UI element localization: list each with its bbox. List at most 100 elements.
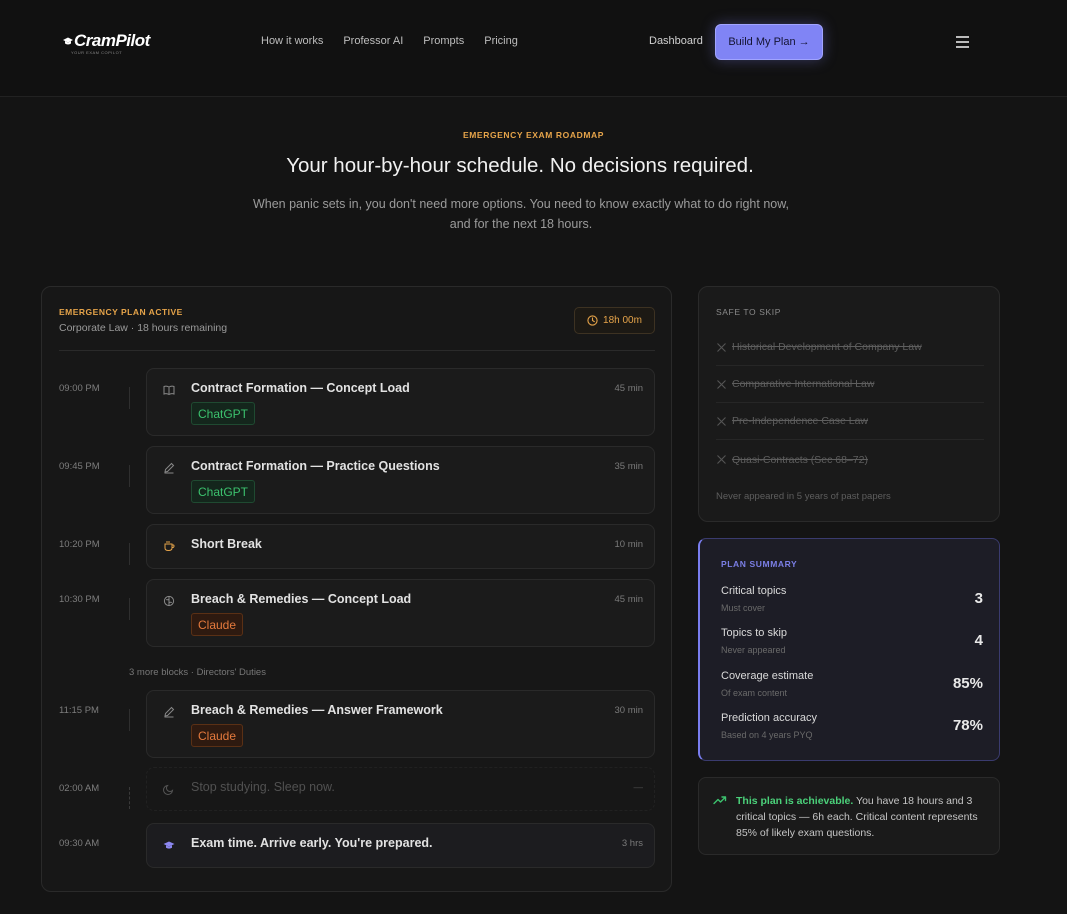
plan-status: EMERGENCY PLAN ACTIVE: [59, 307, 183, 317]
clock-icon: [587, 315, 598, 326]
achievable-lead: This plan is achievable.: [736, 795, 854, 807]
build-my-plan-button[interactable]: Build My Plan →: [715, 24, 823, 60]
timeline-rail: [129, 598, 130, 620]
close-icon: [717, 416, 726, 426]
plan-panel: EMERGENCY PLAN ACTIVE Corporate Law · 18…: [41, 286, 672, 892]
time-label: 10:20 PM: [59, 539, 100, 550]
summary-value: 4: [974, 632, 983, 649]
pencil-icon: [164, 462, 175, 474]
timeline-rail: [129, 709, 130, 731]
block-title: Breach & Remedies — Answer Framework: [191, 703, 443, 717]
trending-up-icon: [713, 796, 727, 805]
close-icon: [717, 342, 726, 352]
summary-sublabel: Of exam content: [721, 688, 788, 698]
divider: [59, 350, 655, 351]
close-icon: [717, 379, 726, 389]
plan-summary-panel: PLAN SUMMARY Critical topics Must cover …: [698, 538, 1000, 761]
block-title: Stop studying. Sleep now.: [191, 780, 335, 794]
summary-sublabel: Must cover: [721, 603, 766, 613]
skip-item: Historical Development of Company Law: [716, 329, 984, 366]
logo[interactable]: CramPilot YOUR EXAM COPILOT: [63, 31, 150, 55]
timer-value: 18h 00m: [603, 315, 642, 326]
schedule-block[interactable]: Short Break 10 min: [146, 524, 655, 569]
summary-sublabel: Based on 4 years PYQ: [721, 730, 813, 740]
skip-item: Comparative International Law: [716, 366, 984, 403]
hamburger-menu-icon[interactable]: [956, 36, 969, 48]
hero-subtitle: When panic sets in, you don't need more …: [252, 197, 790, 231]
time-label: 11:15 PM: [59, 705, 99, 716]
logo-tagline: YOUR EXAM COPILOT: [71, 50, 123, 55]
timeline-rail: [129, 387, 130, 409]
block-duration: 35 min: [614, 461, 643, 472]
countdown-timer: 18h 00m: [574, 307, 655, 334]
nav-link-prompts[interactable]: Prompts: [423, 35, 464, 47]
timeline-rail: [129, 787, 130, 809]
block-duration: —: [633, 782, 644, 793]
nav-links: How it works Professor AI Prompts Pricin…: [261, 35, 518, 47]
skip-item-label: Pre-Independence Case Law: [732, 415, 869, 427]
skip-item: Pre-Independence Case Law: [716, 403, 984, 440]
top-nav: CramPilot YOUR EXAM COPILOT How it works…: [0, 0, 1067, 97]
summary-label: Coverage estimate: [721, 670, 814, 682]
skip-title: SAFE TO SKIP: [716, 307, 781, 317]
pencil-icon: [164, 706, 175, 718]
time-label: 02:00 AM: [59, 783, 100, 794]
skip-item: Quasi-Contracts (Sec 68–72): [716, 441, 984, 478]
schedule-block[interactable]: Contract Formation — Concept Load 45 min…: [146, 368, 655, 436]
tool-tag-chatgpt: ChatGPT: [191, 402, 256, 425]
schedule-block[interactable]: Breach & Remedies — Answer Framework 30 …: [146, 690, 655, 758]
nav-link-professor-ai[interactable]: Professor AI: [343, 35, 403, 47]
time-label: 09:30 AM: [59, 838, 100, 849]
more-blocks-note[interactable]: 3 more blocks · Directors' Duties: [129, 667, 266, 678]
summary-row-coverage-estimate: Coverage estimate Of exam content 85%: [721, 670, 983, 706]
summary-sublabel: Never appeared: [721, 645, 786, 655]
summary-label: Prediction accuracy: [721, 712, 817, 724]
block-duration: 30 min: [614, 705, 643, 716]
hero-title: Your hour-by-hour schedule. No decisions…: [286, 154, 754, 177]
tool-tag-claude: Claude: [191, 724, 244, 747]
block-duration: 45 min: [614, 383, 643, 394]
skip-item-label: Historical Development of Company Law: [732, 341, 922, 353]
graduation-cap-icon: [163, 841, 175, 849]
summary-label: Topics to skip: [721, 627, 788, 639]
timeline-rail: [129, 465, 130, 487]
summary-value: 85%: [952, 675, 983, 692]
summary-label: Critical topics: [721, 585, 787, 597]
logo-wordmark: CramPilot: [63, 31, 150, 51]
summary-row-topics-to-skip: Topics to skip Never appeared 4: [721, 627, 983, 663]
coffee-icon: [164, 541, 175, 552]
nav-link-dashboard[interactable]: Dashboard: [649, 35, 703, 47]
tool-tag-chatgpt: ChatGPT: [191, 480, 256, 503]
plan-meta: Corporate Law · 18 hours remaining: [59, 322, 228, 334]
summary-value: 78%: [952, 717, 983, 734]
nav-link-how-it-works[interactable]: How it works: [261, 35, 323, 47]
block-duration: 45 min: [614, 594, 643, 605]
schedule-block-exam[interactable]: Exam time. Arrive early. You're prepared…: [146, 823, 655, 868]
summary-row-critical-topics: Critical topics Must cover 3: [721, 585, 983, 621]
block-title: Contract Formation — Concept Load: [191, 381, 410, 395]
schedule-block-sleep[interactable]: Stop studying. Sleep now. —: [146, 767, 655, 811]
graduation-cap-icon: [63, 37, 73, 45]
block-title: Short Break: [191, 537, 262, 551]
book-icon: [163, 385, 175, 396]
summary-value: 3: [974, 590, 983, 607]
achievable-text: This plan is achievable. You have 18 hou…: [736, 793, 988, 841]
brain-icon: [163, 595, 175, 607]
safe-to-skip-panel: SAFE TO SKIP Historical Development of C…: [698, 286, 1000, 522]
schedule-block[interactable]: Contract Formation — Practice Questions …: [146, 446, 655, 514]
close-icon: [717, 455, 726, 464]
time-label: 10:30 PM: [59, 594, 100, 605]
nav-link-pricing[interactable]: Pricing: [484, 35, 518, 47]
skip-footer: Never appeared in 5 years of past papers: [716, 491, 891, 502]
skip-item-label: Quasi-Contracts (Sec 68–72): [732, 453, 868, 466]
time-label: 09:00 PM: [59, 383, 100, 394]
block-title: Exam time. Arrive early. You're prepared…: [191, 836, 433, 850]
block-title: Breach & Remedies — Concept Load: [191, 592, 412, 606]
schedule-block[interactable]: Breach & Remedies — Concept Load 45 min …: [146, 579, 655, 647]
timeline-rail: [129, 543, 130, 565]
time-label: 09:45 PM: [59, 461, 100, 472]
skip-item-label: Comparative International Law: [732, 378, 875, 390]
logo-text: CramPilot: [74, 31, 150, 50]
hero-eyebrow: EMERGENCY EXAM ROADMAP: [462, 130, 605, 140]
tool-tag-claude: Claude: [191, 613, 244, 636]
